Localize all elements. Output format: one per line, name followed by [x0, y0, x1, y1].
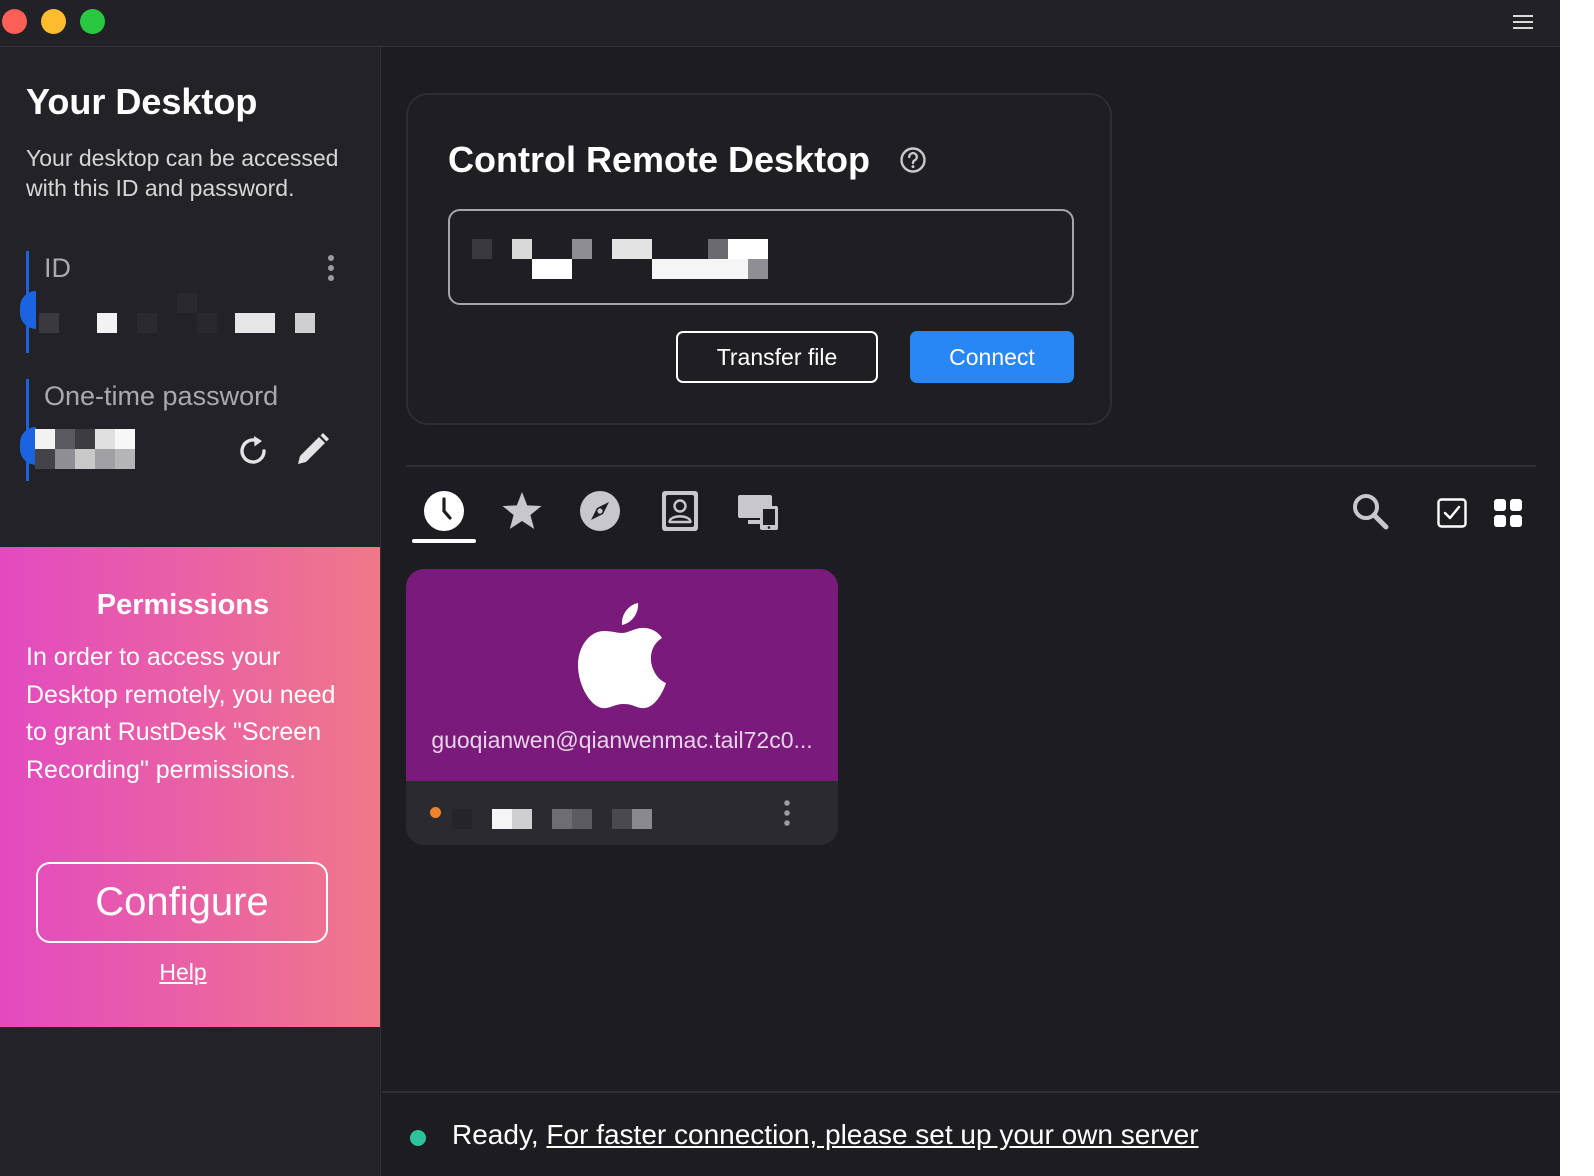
- focus-indicator: [20, 427, 36, 465]
- refresh-icon[interactable]: [235, 433, 271, 469]
- permissions-text: In order to access your Desktop remotely…: [26, 643, 336, 784]
- peer-card-header[interactable]: guoqianwen@qianwenmac.tail72c0...: [406, 569, 838, 781]
- permissions-panel: Permissions In order to access your Desk…: [0, 547, 380, 1027]
- status-bar: Ready, For faster connection, please set…: [382, 1091, 1560, 1176]
- title-bar: [0, 0, 1560, 47]
- hamburger-menu-icon[interactable]: [1512, 12, 1534, 32]
- sidebar: Your Desktop Your desktop can be accesse…: [0, 47, 381, 1176]
- remote-id-input[interactable]: [448, 209, 1074, 305]
- permissions-title: Permissions: [96, 589, 270, 621]
- tab-recent-clock-icon[interactable]: [422, 489, 466, 533]
- help-link[interactable]: Help: [0, 959, 366, 986]
- search-icon[interactable]: [1350, 491, 1390, 531]
- id-field: ID: [20, 251, 349, 353]
- transfer-file-button[interactable]: Transfer file: [676, 331, 878, 383]
- peer-more-vertical-icon[interactable]: [781, 799, 793, 827]
- more-vertical-icon[interactable]: [324, 253, 338, 283]
- sidebar-title: Your Desktop: [26, 81, 258, 122]
- grid-view-icon[interactable]: [1492, 497, 1524, 529]
- status-text: Ready, For faster connection, please set…: [452, 1119, 1199, 1151]
- checkbox-select-icon[interactable]: [1436, 497, 1468, 529]
- edit-pencil-icon[interactable]: [293, 431, 331, 469]
- peer-name: guoqianwen@qianwenmac.tail72c0...: [431, 727, 813, 753]
- divider: [406, 465, 1536, 467]
- one-time-password-field: One-time password: [20, 379, 349, 481]
- close-window-button[interactable]: [2, 9, 27, 34]
- apple-icon: [578, 603, 666, 709]
- configure-button[interactable]: Configure: [36, 862, 328, 943]
- sidebar-description: Your desktop can be accessed with this I…: [26, 145, 339, 201]
- connect-card-title: Control Remote Desktop: [448, 139, 871, 180]
- maximize-window-button[interactable]: [80, 9, 105, 34]
- minimize-window-button[interactable]: [41, 9, 66, 34]
- connect-card: Control Remote Desktop Transfer file Con…: [406, 93, 1112, 425]
- help-circle-icon[interactable]: [899, 146, 927, 174]
- connect-button[interactable]: Connect: [910, 331, 1074, 383]
- tab-address-book-contact-icon[interactable]: [658, 489, 702, 533]
- id-label: ID: [44, 253, 71, 283]
- tab-selected-indicator: [412, 539, 476, 543]
- status-ready-text: Ready,: [452, 1119, 539, 1150]
- peer-status-dot: [430, 807, 441, 818]
- peer-card[interactable]: guoqianwen@qianwenmac.tail72c0...: [406, 569, 838, 845]
- tab-devices-icon[interactable]: [736, 489, 780, 533]
- tab-discovered-compass-icon[interactable]: [578, 489, 622, 533]
- one-time-password-label: One-time password: [44, 381, 279, 411]
- setup-server-link[interactable]: For faster connection, please set up you…: [546, 1119, 1198, 1150]
- main-panel: Control Remote Desktop Transfer file Con…: [382, 47, 1560, 1176]
- app-window: Your Desktop Your desktop can be accesse…: [0, 0, 1560, 1176]
- focus-indicator: [20, 291, 36, 329]
- status-indicator-dot: [410, 1130, 426, 1146]
- tab-favorites-star-icon[interactable]: [500, 489, 544, 533]
